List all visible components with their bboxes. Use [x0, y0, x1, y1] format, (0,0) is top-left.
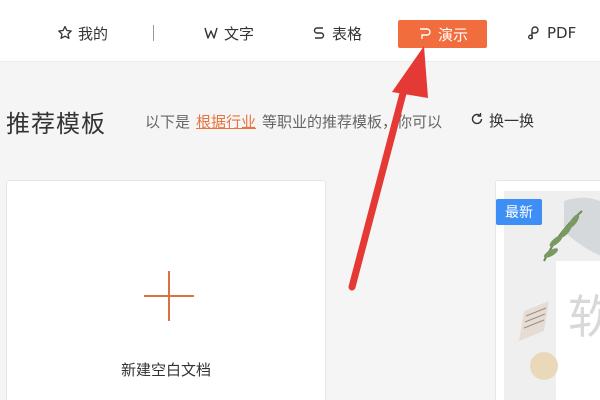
new-badge: 最新 — [496, 199, 542, 225]
section-title: 推荐模板 — [6, 110, 106, 138]
refresh-button[interactable]: 换一换 — [470, 110, 534, 131]
new-blank-document-card[interactable]: 新建空白文档 — [6, 180, 326, 400]
nav-text[interactable]: 文字 — [203, 20, 254, 46]
top-nav-bar: 我的 文字 表格 演示 PDF — [0, 0, 600, 62]
new-blank-document-label: 新建空白文档 — [120, 361, 211, 379]
nav-present-label: 演示 — [437, 25, 468, 44]
nav-text-label: 文字 — [224, 24, 255, 43]
nav-mine-label: 我的 — [78, 24, 109, 43]
nav-pdf[interactable]: PDF — [526, 20, 576, 46]
refresh-icon — [470, 112, 484, 130]
nav-divider — [153, 25, 154, 41]
nav-present[interactable]: 演示 — [398, 20, 487, 48]
industry-link[interactable]: 根据行业 — [196, 111, 256, 132]
presentation-p-icon — [417, 26, 433, 42]
subline-suffix: 等职业的推荐模板，你可以 — [262, 113, 443, 131]
refresh-label: 换一换 — [489, 112, 535, 130]
pdf-icon — [526, 25, 542, 41]
star-icon — [57, 25, 73, 41]
recommend-subline: 以下是 根据行业 等职业的推荐模板，你可以 — [145, 111, 442, 132]
plus-icon — [144, 271, 194, 321]
sheet-s-icon — [311, 25, 327, 41]
writer-w-icon — [203, 25, 219, 41]
nav-sheet-label: 表格 — [332, 24, 363, 43]
subline-prefix: 以下是 — [145, 113, 191, 131]
nav-mine[interactable]: 我的 — [57, 20, 108, 46]
nav-sheet[interactable]: 表格 — [311, 20, 362, 46]
nav-pdf-label: PDF — [547, 24, 577, 42]
template-preview-character: 软 — [568, 281, 600, 347]
template-card[interactable]: 软 最新 — [495, 180, 600, 400]
